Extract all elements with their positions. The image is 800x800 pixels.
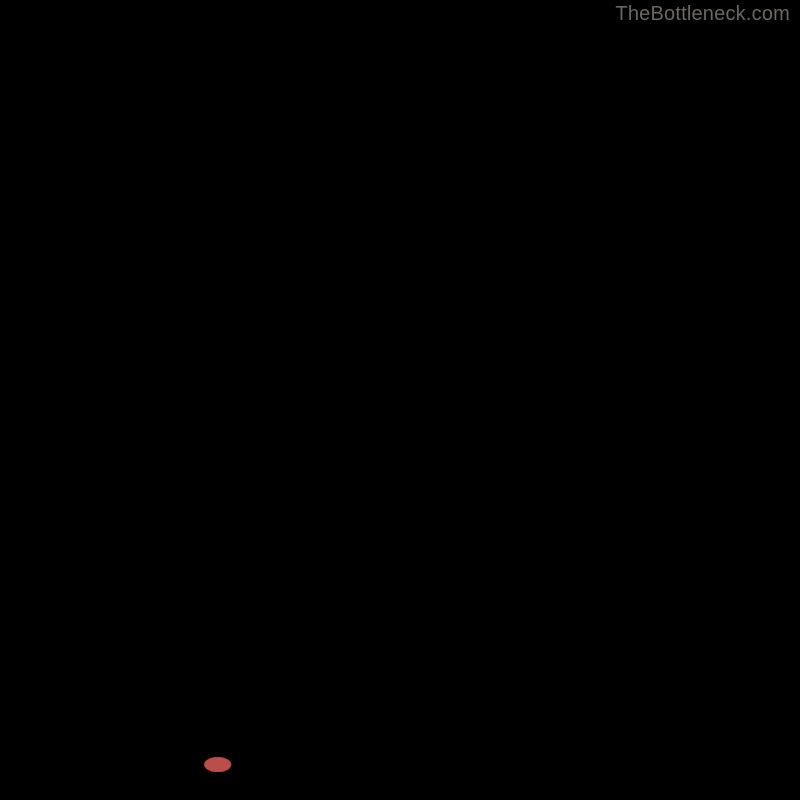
plot-area [28,28,772,772]
watermark-text: TheBottleneck.com [615,3,790,26]
chart-frame: TheBottleneck.com [0,0,800,800]
